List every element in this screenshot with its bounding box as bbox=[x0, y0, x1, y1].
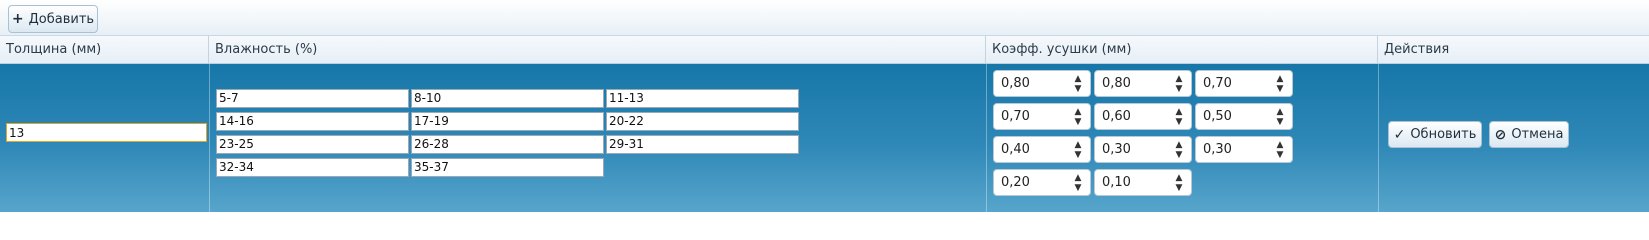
spinner-down-icon[interactable]: ▼ bbox=[1075, 183, 1082, 193]
spinner-down-icon[interactable]: ▼ bbox=[1176, 183, 1183, 193]
coefficient-spinner[interactable]: 0,40 ▲ ▼ bbox=[993, 136, 1091, 163]
update-button-label: Обновить bbox=[1410, 127, 1477, 142]
spinner-up-icon[interactable]: ▲ bbox=[1176, 74, 1183, 84]
cancel-icon: ⊘ bbox=[1494, 126, 1507, 143]
coefficient-value[interactable]: 0,10 bbox=[1095, 175, 1173, 190]
coefficient-spinner[interactable]: 0,80 ▲ ▼ bbox=[1094, 70, 1192, 97]
toolbar: + Добавить bbox=[0, 0, 1649, 36]
coefficient-spinner[interactable]: 0,70 ▲ ▼ bbox=[1195, 70, 1293, 97]
table-header: Толщина (мм) Влажность (%) Коэфф. усушки… bbox=[0, 36, 1649, 64]
coefficient-spinner[interactable]: 0,10 ▲ ▼ bbox=[1094, 169, 1192, 196]
column-divider bbox=[986, 64, 987, 212]
coefficient-spinner[interactable]: 0,30 ▲ ▼ bbox=[1195, 136, 1293, 163]
spinner-down-icon[interactable]: ▼ bbox=[1277, 150, 1284, 160]
spinner-arrows[interactable]: ▲ ▼ bbox=[1274, 74, 1286, 94]
spinner-arrows[interactable]: ▲ ▼ bbox=[1173, 140, 1185, 160]
coefficient-value[interactable]: 0,70 bbox=[1196, 76, 1274, 91]
spinner-arrows[interactable]: ▲ ▼ bbox=[1072, 140, 1084, 160]
spinner-up-icon[interactable]: ▲ bbox=[1075, 173, 1082, 183]
spinner-arrows[interactable]: ▲ ▼ bbox=[1274, 140, 1286, 160]
spinner-arrows[interactable]: ▲ ▼ bbox=[1072, 74, 1084, 94]
humidity-range-cell: 29-31 bbox=[606, 135, 799, 154]
humidity-range-cell: 14-16 bbox=[216, 112, 409, 131]
spinner-down-icon[interactable]: ▼ bbox=[1277, 84, 1284, 94]
spinner-up-icon[interactable]: ▲ bbox=[1075, 140, 1082, 150]
coefficient-value[interactable]: 0,20 bbox=[994, 175, 1072, 190]
coefficient-value[interactable]: 0,80 bbox=[1095, 76, 1173, 91]
humidity-range-cell: 32-34 bbox=[216, 158, 409, 177]
coefficient-spinner[interactable]: 0,80 ▲ ▼ bbox=[993, 70, 1091, 97]
column-header-thickness[interactable]: Толщина (мм) bbox=[0, 36, 209, 64]
add-button-label: Добавить bbox=[28, 11, 95, 27]
humidity-range-cell: 26-28 bbox=[411, 135, 604, 154]
spinner-arrows[interactable]: ▲ ▼ bbox=[1274, 107, 1286, 127]
humidity-range-cell: 5-7 bbox=[216, 89, 409, 108]
coefficient-spinner[interactable]: 0,60 ▲ ▼ bbox=[1094, 103, 1192, 130]
update-button[interactable]: ✓ Обновить bbox=[1388, 121, 1482, 148]
spinner-up-icon[interactable]: ▲ bbox=[1277, 140, 1284, 150]
coefficient-spinner[interactable]: 0,70 ▲ ▼ bbox=[993, 103, 1091, 130]
humidity-range-cell: 17-19 bbox=[411, 112, 604, 131]
column-header-humidity[interactable]: Влажность (%) bbox=[209, 36, 986, 64]
spinner-arrows[interactable]: ▲ ▼ bbox=[1173, 173, 1185, 193]
plus-icon: + bbox=[11, 11, 24, 27]
coefficient-spinner[interactable]: 0,20 ▲ ▼ bbox=[993, 169, 1091, 196]
spinner-down-icon[interactable]: ▼ bbox=[1075, 150, 1082, 160]
cancel-button-label: Отмена bbox=[1511, 127, 1564, 142]
column-divider bbox=[1378, 64, 1379, 212]
spinner-up-icon[interactable]: ▲ bbox=[1277, 107, 1284, 117]
spinner-down-icon[interactable]: ▼ bbox=[1075, 117, 1082, 127]
column-header-actions[interactable]: Действия bbox=[1378, 36, 1649, 64]
coefficient-value[interactable]: 0,30 bbox=[1196, 142, 1274, 157]
spinner-arrows[interactable]: ▲ ▼ bbox=[1072, 173, 1084, 193]
coefficient-spinner[interactable]: 0,30 ▲ ▼ bbox=[1094, 136, 1192, 163]
column-divider bbox=[209, 64, 210, 212]
coefficient-value[interactable]: 0,60 bbox=[1095, 109, 1173, 124]
coefficient-value[interactable]: 0,70 bbox=[994, 109, 1072, 124]
spinner-down-icon[interactable]: ▼ bbox=[1277, 117, 1284, 127]
coefficient-spinner[interactable]: 0,50 ▲ ▼ bbox=[1195, 103, 1293, 130]
spinner-up-icon[interactable]: ▲ bbox=[1277, 74, 1284, 84]
coefficient-value[interactable]: 0,40 bbox=[994, 142, 1072, 157]
thickness-input[interactable] bbox=[6, 123, 207, 142]
humidity-range-cell: 8-10 bbox=[411, 89, 604, 108]
coefficient-value[interactable]: 0,50 bbox=[1196, 109, 1274, 124]
coefficient-value[interactable]: 0,30 bbox=[1095, 142, 1173, 157]
humidity-range-cell: 11-13 bbox=[606, 89, 799, 108]
spinner-up-icon[interactable]: ▲ bbox=[1176, 173, 1183, 183]
cancel-button[interactable]: ⊘ Отмена bbox=[1489, 121, 1569, 148]
spinner-up-icon[interactable]: ▲ bbox=[1176, 107, 1183, 117]
spinner-up-icon[interactable]: ▲ bbox=[1176, 140, 1183, 150]
spinner-arrows[interactable]: ▲ ▼ bbox=[1173, 107, 1185, 127]
spinner-arrows[interactable]: ▲ ▼ bbox=[1072, 107, 1084, 127]
humidity-range-cell: 20-22 bbox=[606, 112, 799, 131]
spinner-down-icon[interactable]: ▼ bbox=[1176, 150, 1183, 160]
spinner-up-icon[interactable]: ▲ bbox=[1075, 107, 1082, 117]
add-button[interactable]: + Добавить bbox=[8, 5, 98, 33]
spinner-down-icon[interactable]: ▼ bbox=[1075, 84, 1082, 94]
spinner-arrows[interactable]: ▲ ▼ bbox=[1173, 74, 1185, 94]
spinner-down-icon[interactable]: ▼ bbox=[1176, 117, 1183, 127]
check-icon: ✓ bbox=[1393, 126, 1406, 143]
humidity-range-cell: 23-25 bbox=[216, 135, 409, 154]
spinner-up-icon[interactable]: ▲ bbox=[1075, 74, 1082, 84]
column-header-coeff[interactable]: Коэфф. усушки (мм) bbox=[986, 36, 1378, 64]
coefficient-value[interactable]: 0,80 bbox=[994, 76, 1072, 91]
humidity-range-cell: 35-37 bbox=[411, 158, 604, 177]
edit-row: 5-78-1011-13 14-1617-1920-22 23-2526-2829-… bbox=[0, 64, 1649, 212]
spinner-down-icon[interactable]: ▼ bbox=[1176, 84, 1183, 94]
